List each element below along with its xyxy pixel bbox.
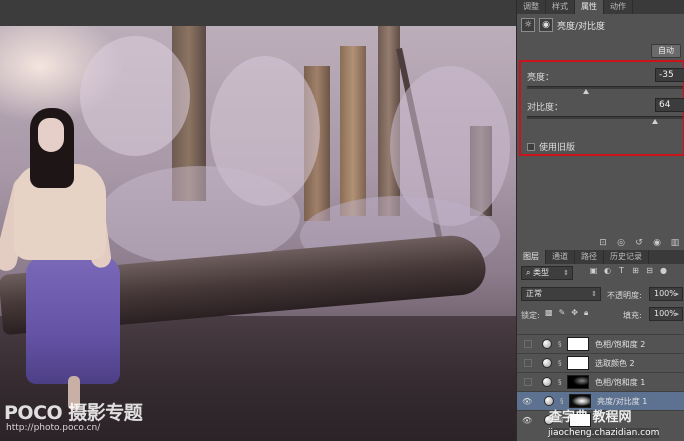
poco-watermark-url: http://photo.poco.cn/	[6, 423, 101, 433]
layer-name: 色相/饱和度 1	[595, 377, 646, 387]
contrast-label: 对比度：	[527, 103, 564, 113]
adjustment-title: 亮度/对比度	[557, 21, 606, 32]
brightness-value-field[interactable]: -35	[655, 68, 684, 82]
layers-tab[interactable]: 通道	[546, 250, 575, 264]
trash-icon[interactable]: ▥	[669, 238, 681, 248]
lock-options: ▩ ✎ ✥ 🔒︎	[545, 308, 588, 318]
adjustment-filter-icon[interactable]: ◐	[603, 266, 612, 275]
smart-object-filter-icon[interactable]: ⊟	[645, 266, 654, 275]
use-legacy-checkbox[interactable]	[527, 142, 535, 151]
brightness-slider[interactable]	[527, 86, 683, 94]
filter-toggle-icon[interactable]: ●	[659, 266, 668, 275]
layer-filter-icons: ▣ ◐ T ⊞ ⊟ ●	[589, 266, 668, 275]
fill-value: 100%	[654, 309, 677, 318]
layer-mask-thumbnail[interactable]	[567, 337, 589, 351]
fill-field[interactable]: 100% ▸	[649, 307, 683, 321]
layers-tab[interactable]: 图层	[517, 250, 546, 264]
use-legacy-label: 使用旧版	[539, 143, 576, 153]
panel-tab[interactable]: 样式	[546, 0, 575, 14]
brightness-slider-thumb[interactable]	[583, 89, 590, 94]
panel-tab[interactable]: 动作	[604, 0, 633, 14]
adjustment-layer-icon	[544, 396, 554, 406]
use-legacy-option[interactable]: 使用旧版	[527, 140, 575, 153]
lock-transparent-icon[interactable]: ▩	[545, 308, 553, 318]
site-watermark-url: jiaocheng.chazidian.com	[548, 428, 660, 438]
layer-row[interactable]: § 选取颜色 2	[517, 353, 684, 372]
properties-header: ☼ ◉ 亮度/对比度	[521, 16, 605, 34]
foliage	[80, 36, 190, 156]
eye-view-icon[interactable]: ◎	[615, 238, 627, 248]
mask-icon[interactable]: ◉	[539, 18, 553, 32]
layer-name: 色相/饱和度 2	[595, 339, 646, 349]
contrast-slider-thumb[interactable]	[651, 119, 658, 124]
link-icon[interactable]: §	[560, 397, 566, 405]
blend-mode-select[interactable]: 正常 ⇕	[521, 287, 601, 301]
lock-position-icon[interactable]: ✥	[571, 308, 578, 318]
layer-name: 选取颜色 2	[595, 358, 635, 368]
girl-face	[38, 118, 64, 152]
lock-image-icon[interactable]: ✎	[559, 308, 566, 318]
highlight-box: 亮度： -35 对比度： 64 使用旧版	[519, 60, 684, 156]
opacity-label: 不透明度:	[607, 291, 642, 300]
lock-label: 锁定:	[521, 311, 540, 320]
document-canvas[interactable]: POCO 摄影专题 http://photo.poco.cn/	[0, 0, 516, 441]
layer-filter-value: 类型	[533, 268, 550, 277]
panel-tab[interactable]: 调整	[517, 0, 546, 14]
site-watermark: 查字典 教程网	[549, 410, 632, 425]
eye-icon[interactable]: 👁︎	[522, 397, 534, 406]
blend-mode-value: 正常	[526, 289, 542, 298]
adjustment-layer-icon	[542, 377, 552, 387]
link-icon[interactable]: §	[558, 378, 564, 386]
visibility-toggle[interactable]	[524, 359, 532, 367]
visibility-toggle[interactable]	[524, 378, 532, 386]
adjustment-layer-icon	[542, 358, 552, 368]
layer-row[interactable]: § 色相/饱和度 1	[517, 372, 684, 391]
properties-tab-bar: 调整 样式 属性 动作	[517, 0, 684, 14]
properties-panel: ☼ ◉ 亮度/对比度 自动 亮度： -35 对比度： 64 使用旧版 ⊡ ◎ ↺	[517, 14, 684, 250]
contrast-slider[interactable]	[527, 116, 683, 124]
sun-icon[interactable]: ☼	[521, 18, 535, 32]
link-icon[interactable]: §	[558, 359, 564, 367]
type-filter-icon[interactable]: T	[617, 266, 626, 275]
pixel-filter-icon[interactable]: ▣	[589, 266, 598, 275]
layer-name: 亮度/对比度 1	[597, 396, 648, 406]
opacity-value: 100%	[654, 289, 677, 298]
visibility-icon[interactable]: ◉	[651, 238, 663, 248]
poco-watermark: POCO 摄影专题	[4, 402, 143, 424]
fill-label: 填充:	[623, 311, 642, 320]
clip-icon[interactable]: ⊡	[597, 238, 609, 248]
girl-skirt	[26, 256, 120, 384]
reset-icon[interactable]: ↺	[633, 238, 645, 248]
brightness-label: 亮度：	[527, 73, 555, 83]
layer-mask-thumbnail[interactable]	[567, 356, 589, 370]
link-icon[interactable]: §	[558, 340, 564, 348]
tree-trunk	[340, 46, 366, 216]
canvas-top-bar	[0, 0, 516, 26]
opacity-field[interactable]: 100% ▸	[649, 287, 683, 301]
layers-tab[interactable]: 历史记录	[604, 250, 649, 264]
shape-filter-icon[interactable]: ⊞	[631, 266, 640, 275]
adjustment-layer-icon	[542, 339, 552, 349]
forest-photo	[0, 26, 516, 441]
search-icon: ⌕	[526, 268, 534, 277]
layer-row[interactable]: § 色相/饱和度 2	[517, 334, 684, 353]
visibility-toggle[interactable]	[524, 340, 532, 348]
layers-tab[interactable]: 路径	[575, 250, 604, 264]
right-panel-dock: 调整 样式 属性 动作 ☼ ◉ 亮度/对比度 自动 亮度： -35 对比度： 64 使…	[516, 0, 684, 441]
auto-button[interactable]: 自动	[651, 44, 681, 58]
layer-filter-select[interactable]: ⌕ 类型 ⇕	[521, 266, 573, 280]
lock-all-icon[interactable]: 🔒︎	[584, 308, 588, 318]
layer-mask-thumbnail[interactable]	[567, 375, 589, 389]
properties-footer: ⊡ ◎ ↺ ◉ ▥	[517, 236, 684, 250]
contrast-value-field[interactable]: 64	[655, 98, 684, 112]
panel-tab[interactable]: 属性	[575, 0, 604, 14]
eye-icon[interactable]: 👁︎	[522, 416, 534, 425]
layers-tab-bar: 图层 通道 路径 历史记录	[517, 250, 684, 264]
